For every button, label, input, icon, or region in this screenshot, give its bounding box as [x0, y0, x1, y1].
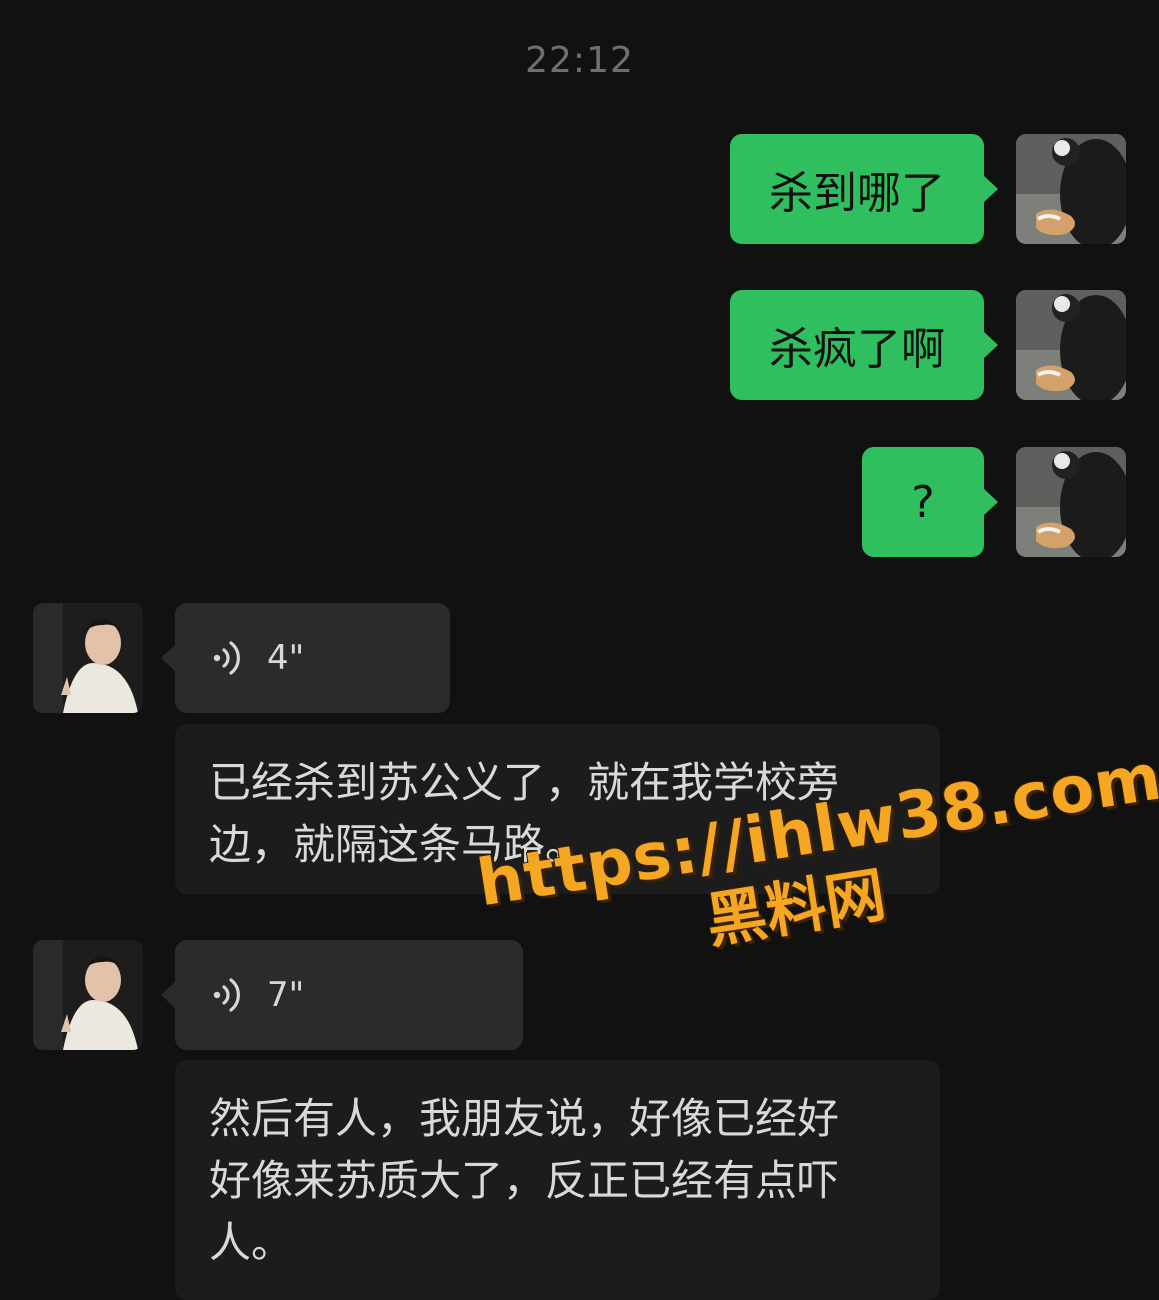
message-text: 杀到哪了 [769, 168, 945, 219]
chat-timestamp: 22:12 [525, 40, 634, 81]
contact-avatar[interactable] [33, 940, 143, 1050]
avatar-photo-icon [1016, 134, 1126, 244]
my-avatar[interactable] [1016, 290, 1126, 400]
message-text: ? [911, 476, 935, 528]
my-avatar[interactable] [1016, 447, 1126, 557]
outgoing-message-bubble[interactable]: 杀到哪了 [730, 134, 998, 244]
avatar-photo-icon [1016, 447, 1126, 557]
voice-message-bubble[interactable]: 4" [161, 603, 450, 713]
my-avatar[interactable] [1016, 134, 1126, 244]
voice-wave-icon [211, 638, 247, 678]
voice-transcript: 然后有人，我朋友说，好像已经好 好像来苏质大了，反正已经有点吓 人。 [175, 1060, 940, 1300]
voice-message-bubble[interactable]: 7" [161, 940, 523, 1050]
avatar-photo-icon [33, 603, 143, 713]
avatar-photo-icon [1016, 290, 1126, 400]
message-text: 杀疯了啊 [769, 324, 945, 375]
outgoing-message-bubble[interactable]: ? [862, 447, 998, 557]
avatar-photo-icon [33, 940, 143, 1050]
voice-duration: 4" [267, 638, 305, 678]
outgoing-message-bubble[interactable]: 杀疯了啊 [730, 290, 998, 400]
voice-duration: 7" [267, 975, 305, 1015]
voice-wave-icon [211, 975, 247, 1015]
contact-avatar[interactable] [33, 603, 143, 713]
